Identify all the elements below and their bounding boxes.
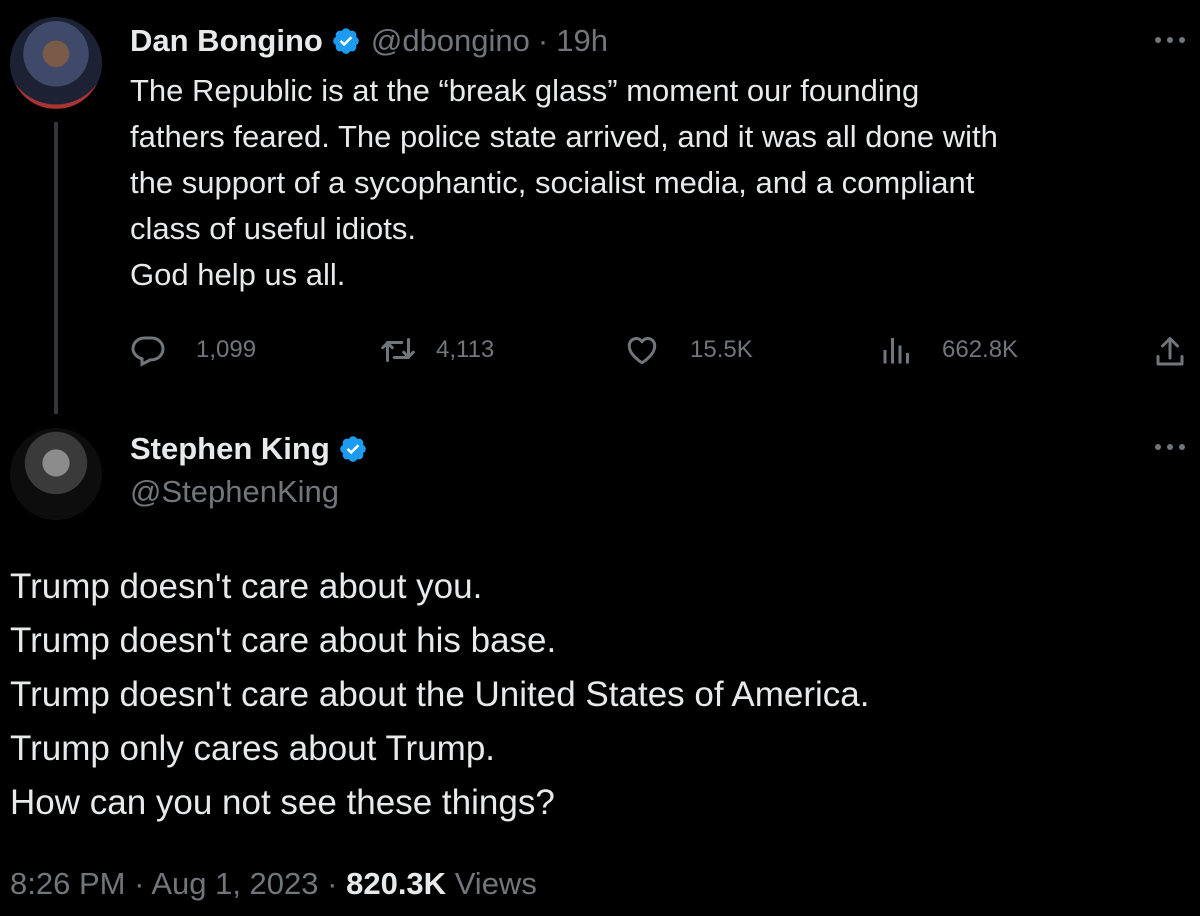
avatar-dan-bongino[interactable] bbox=[10, 17, 102, 109]
tweet-metadata: 8:26 PM · Aug 1, 2023 · 820.3K Views bbox=[10, 866, 537, 902]
tweet-text-line: How can you not see these things? bbox=[10, 783, 555, 822]
reply-button[interactable]: 1,099 bbox=[130, 328, 256, 372]
like-count: 15.5K bbox=[690, 336, 753, 363]
like-button[interactable]: 15.5K bbox=[624, 328, 753, 372]
author-name[interactable]: Dan Bongino bbox=[130, 23, 323, 59]
tweet-text-line: Trump only cares about Trump. bbox=[10, 729, 496, 768]
tweet-text-line: God help us all. bbox=[130, 257, 346, 292]
like-icon bbox=[627, 336, 657, 365]
tweet-date[interactable]: Aug 1, 2023 bbox=[151, 866, 318, 901]
share-button[interactable] bbox=[1152, 330, 1188, 374]
separator-dot: · bbox=[134, 866, 145, 901]
share-icon bbox=[1156, 337, 1184, 366]
verified-badge-icon bbox=[339, 436, 366, 462]
thread-connector-line bbox=[54, 122, 58, 414]
tweet-text-line: Trump doesn't care about his base. bbox=[10, 621, 557, 660]
more-options-icon[interactable] bbox=[1152, 441, 1188, 453]
tweet-text-line: the support of a sycophantic, socialist … bbox=[130, 165, 975, 200]
retweet-icon bbox=[381, 338, 415, 362]
author-name[interactable]: Stephen King bbox=[130, 431, 330, 467]
views-icon bbox=[883, 338, 909, 364]
tweet-text-line: fathers feared. The police state arrived… bbox=[130, 119, 998, 154]
reply-icon bbox=[131, 336, 165, 367]
tweet-text-line: Trump doesn't care about you. bbox=[10, 567, 483, 606]
separator-dot: · bbox=[537, 23, 549, 58]
author-handle[interactable]: @dbongino bbox=[371, 23, 530, 59]
views-count: 662.8K bbox=[942, 336, 1019, 363]
avatar-stephen-king[interactable] bbox=[10, 428, 102, 520]
views-count[interactable]: 820.3K bbox=[346, 866, 446, 901]
parent-tweet-header: Dan Bongino @dbongino · 19h bbox=[130, 16, 608, 66]
views-label: Views bbox=[454, 866, 537, 901]
reply-count: 1,099 bbox=[196, 336, 257, 363]
parent-tweet-text: The Republic is at the “break glass” mom… bbox=[130, 68, 1190, 298]
retweet-button[interactable]: 4,113 bbox=[380, 328, 494, 372]
tweet-text-line: class of useful idiots. bbox=[130, 211, 417, 246]
separator-dot: · bbox=[327, 866, 338, 901]
author-handle[interactable]: @StephenKing bbox=[130, 474, 339, 510]
tweet-text-line: Trump doesn't care about the United Stat… bbox=[10, 675, 870, 714]
verified-badge-icon bbox=[333, 28, 359, 54]
main-tweet-text: Trump doesn't care about you. Trump does… bbox=[10, 560, 1190, 830]
tweet-time[interactable]: 19h bbox=[556, 23, 608, 59]
more-options-icon[interactable] bbox=[1152, 34, 1188, 46]
views-button[interactable]: 662.8K bbox=[876, 328, 1018, 372]
tweet-time[interactable]: 8:26 PM bbox=[10, 866, 125, 901]
main-tweet-header: Stephen King bbox=[130, 424, 368, 474]
retweet-count: 4,113 bbox=[436, 336, 495, 363]
tweet-text-line: The Republic is at the “break glass” mom… bbox=[130, 73, 920, 108]
